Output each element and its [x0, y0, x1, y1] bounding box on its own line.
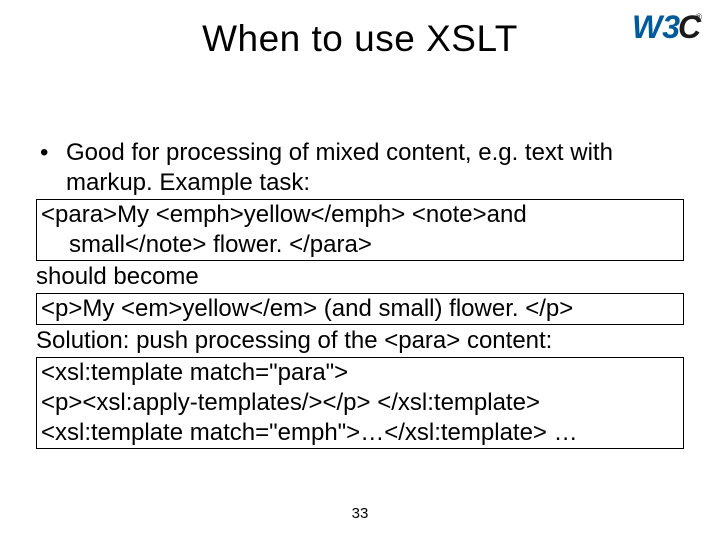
bullet-text-line1: Good for processing of mixed content, e.… [66, 138, 684, 168]
slide: When to use XSLT W3 C ® • Good for proce… [0, 0, 720, 540]
code-line: <para>My <emph>yellow</emph> <note>and [39, 200, 681, 230]
page-number: 33 [0, 505, 720, 522]
code-line: <p><xsl:apply-templates/></p> </xsl:temp… [39, 388, 681, 418]
bullet-item: • Good for processing of mixed content, … [36, 138, 684, 168]
registered-mark: ® [695, 12, 702, 22]
code-line: <xsl:template match="emph">…</xsl:templa… [39, 418, 681, 448]
bullet-text-line2: markup. Example task: [36, 168, 684, 198]
code-block-1: <para>My <emph>yellow</emph> <note>and s… [36, 199, 684, 261]
svg-text:W3: W3 [632, 9, 680, 45]
slide-title: When to use XSLT [0, 18, 720, 60]
code-block-2: <p>My <em>yellow</em> (and small) flower… [36, 293, 684, 325]
slide-body: • Good for processing of mixed content, … [36, 138, 684, 450]
code-block-3: <xsl:template match="para"> <p><xsl:appl… [36, 357, 684, 449]
bullet-marker: • [36, 138, 66, 168]
plain-text: should become [36, 262, 684, 292]
plain-text: Solution: push processing of the <para> … [36, 326, 684, 356]
code-line: <xsl:template match="para"> [39, 358, 681, 388]
w3c-logo: W3 C ® [632, 8, 706, 48]
code-line: <p>My <em>yellow</em> (and small) flower… [39, 294, 681, 324]
code-line: small</note> flower. </para> [39, 230, 681, 260]
